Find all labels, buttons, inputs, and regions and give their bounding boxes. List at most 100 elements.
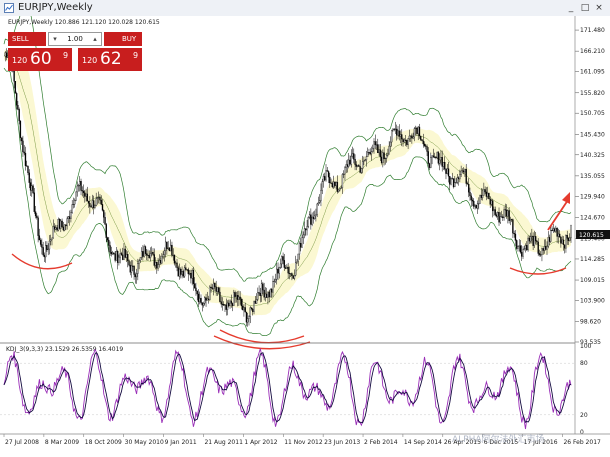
candle-body: [369, 152, 371, 155]
candle-body: [505, 209, 508, 217]
candle-body: [219, 291, 221, 302]
candle-body: [67, 216, 70, 219]
candle-body: [274, 279, 277, 282]
candle-body: [34, 211, 37, 217]
candle-body: [226, 302, 229, 310]
lot-size-value[interactable]: 1.00: [61, 33, 89, 45]
window-title: EURJPY,Weekly: [18, 2, 93, 13]
candle-body: [72, 203, 75, 205]
candle-body: [259, 292, 262, 297]
candle-body: [545, 246, 547, 250]
candle-body: [340, 187, 342, 189]
candle-body: [570, 225, 572, 239]
candle-body: [76, 185, 78, 193]
indicator-label: KDJ_3(9,3,3) 23.1529 26.5359 16.4019: [6, 346, 123, 353]
candle-body: [223, 304, 225, 306]
candle-body: [221, 303, 224, 305]
time-tick-label: 18 Oct 2009: [85, 439, 122, 446]
price-tick-label: 140.325: [580, 152, 605, 159]
candle-body: [99, 197, 101, 201]
candle-body: [220, 301, 222, 305]
buy-tab[interactable]: BUY: [104, 32, 142, 46]
candle-body: [398, 130, 400, 137]
candle-body: [163, 250, 166, 255]
candle-body: [106, 237, 109, 241]
price-chart[interactable]: EURJPY,Weekly 120.886 121.120 120.028 12…: [0, 16, 610, 457]
candle-body: [273, 280, 275, 282]
sell-tab[interactable]: SELL: [8, 32, 46, 46]
candle-body: [317, 202, 320, 205]
candle-body: [100, 199, 102, 205]
candle-body: [566, 235, 568, 239]
candle-body: [560, 237, 562, 244]
candle-body: [142, 251, 144, 257]
quote-line: EURJPY,Weekly 120.886 121.120 120.028 12…: [8, 19, 160, 26]
candle-body: [26, 165, 28, 167]
candle-body: [120, 253, 123, 256]
lot-decrease-icon[interactable]: ▾: [50, 33, 60, 45]
candle-body: [523, 248, 525, 250]
candle-body: [125, 254, 128, 258]
candle-body: [5, 52, 8, 58]
candle-body: [170, 244, 172, 252]
candle-body: [262, 283, 264, 291]
candle-body: [331, 183, 334, 188]
candle-body: [454, 182, 456, 188]
candle-body: [171, 244, 173, 256]
candle-body: [374, 141, 376, 146]
candle-body: [210, 286, 212, 289]
candle-body: [361, 161, 364, 169]
close-icon[interactable]: ×: [594, 3, 604, 13]
candle-body: [543, 246, 546, 251]
candle-body: [159, 260, 162, 264]
candle-body: [557, 233, 560, 237]
candle-body: [278, 267, 280, 274]
candle-body: [245, 311, 248, 323]
lot-size-stepper[interactable]: ▾ 1.00 ▴: [48, 32, 102, 46]
candle-body: [524, 245, 527, 249]
candle-body: [468, 184, 470, 193]
candle-body: [329, 176, 331, 184]
candle-body: [92, 200, 95, 208]
candle-body: [389, 141, 392, 147]
candle-body: [380, 156, 383, 163]
candle-body: [111, 252, 114, 255]
candle-body: [233, 292, 235, 306]
candle-body: [516, 240, 518, 249]
candle-body: [387, 153, 389, 156]
candle-body: [547, 237, 549, 247]
indicator-tick-label: 0: [580, 429, 584, 436]
candle-body: [426, 146, 428, 152]
lot-increase-icon[interactable]: ▴: [90, 33, 100, 45]
candle-body: [50, 239, 52, 242]
candle-body: [82, 190, 85, 194]
candle-body: [153, 254, 155, 266]
candle-body: [181, 271, 183, 275]
candle-body: [509, 219, 512, 221]
candle-body: [207, 298, 210, 300]
candle-body: [212, 282, 215, 289]
candle-body: [519, 245, 522, 253]
candle-body: [427, 151, 429, 164]
candle-body: [134, 274, 137, 278]
candle-body: [148, 255, 150, 258]
candle-body: [485, 191, 488, 197]
buy-button[interactable]: 120 62 9: [78, 48, 142, 71]
candle-body: [363, 159, 365, 162]
maximize-icon[interactable]: □: [580, 3, 590, 13]
price-tick-label: 103.900: [580, 298, 605, 305]
candle-body: [466, 183, 469, 185]
candle-body: [553, 228, 556, 232]
candle-body: [397, 130, 399, 136]
minimize-icon[interactable]: _: [566, 3, 576, 13]
sell-button[interactable]: 120 60 9: [8, 48, 72, 71]
candle-body: [108, 239, 110, 246]
candle-body: [413, 128, 416, 138]
candle-body: [4, 52, 6, 57]
candle-body: [359, 166, 361, 173]
time-tick-label: 11 Nov 2012: [284, 439, 323, 446]
candle-body: [521, 252, 523, 257]
price-tick-label: 145.430: [580, 131, 605, 138]
candle-body: [292, 275, 294, 279]
candle-body: [533, 236, 536, 246]
